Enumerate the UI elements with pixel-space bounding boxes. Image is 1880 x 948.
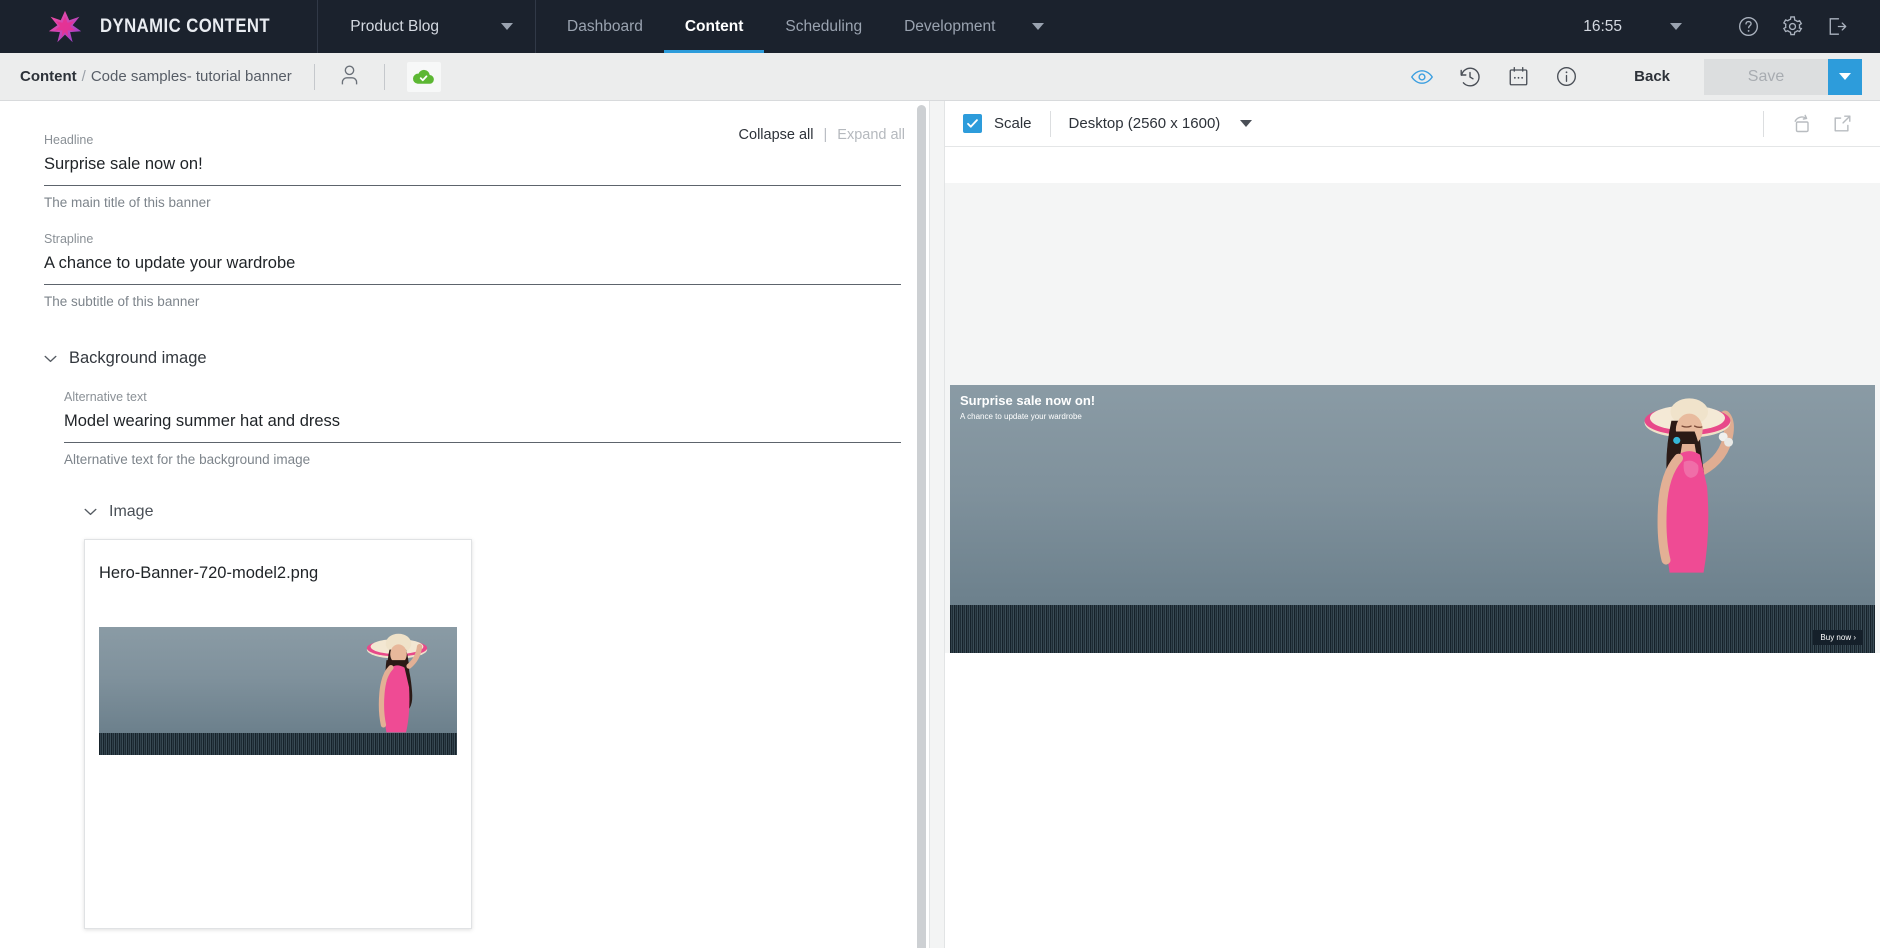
chevron-down-icon [501, 23, 514, 30]
save-options-button[interactable] [1828, 58, 1862, 95]
tab-scheduling[interactable]: Scheduling [764, 0, 883, 53]
banner-headline: Surprise sale now on! [960, 393, 1096, 408]
panel-splitter[interactable] [929, 101, 945, 948]
top-nav-right-group: 16:55 [1583, 5, 1880, 49]
chevron-down-icon [1032, 23, 1045, 30]
divider [1049, 110, 1051, 137]
tab-dashboard[interactable]: Dashboard [546, 0, 664, 53]
device-size-value: Desktop (2560 x 1600) [1068, 115, 1221, 132]
content-form-panel: Collapse all | Expand all Headline Surpr… [0, 101, 929, 948]
field-help-text: The subtitle of this banner [44, 294, 200, 309]
media-filename: Hero-Banner-720-model2.png [99, 564, 319, 582]
section-background-image: Background image Alternative text Model … [0, 349, 929, 929]
breadcrumb-action-bar: Content / Code samples- tutorial banner [0, 53, 1880, 101]
scale-label: Scale [994, 115, 1032, 132]
divider [383, 63, 385, 90]
project-name: Product Blog [350, 17, 440, 35]
tab-content[interactable]: Content [663, 0, 765, 53]
back-button[interactable]: Back [1634, 68, 1670, 85]
tab-label: Scheduling [785, 17, 863, 35]
media-card[interactable]: Hero-Banner-720-model2.png [84, 539, 472, 929]
tab-label: Dashboard [567, 17, 643, 35]
collapse-all-button[interactable]: Collapse all [739, 127, 814, 143]
banner-text-overlay: Surprise sale now on! A chance to update… [950, 385, 1105, 430]
gear-icon[interactable] [1770, 5, 1814, 49]
info-circle-icon[interactable] [1546, 57, 1586, 97]
preview-panel: Scale Desktop (2560 x 1600) Surprise sal… [945, 101, 1880, 948]
tab-development[interactable]: Development [883, 0, 1016, 53]
field-label: Strapline [44, 232, 94, 246]
calendar-icon[interactable] [1498, 57, 1538, 97]
section-header[interactable]: Background image [44, 349, 901, 368]
field-help-text: Alternative text for the background imag… [64, 452, 311, 467]
banner-artwork [99, 627, 457, 755]
field-label: Alternative text [64, 390, 147, 404]
device-size-select[interactable]: Desktop (2560 x 1600) [1069, 115, 1253, 132]
field-headline: Headline Surprise sale now on! The main … [0, 133, 929, 210]
media-thumbnail[interactable] [99, 627, 457, 755]
banner-preview[interactable]: Surprise sale now on! A chance to update… [950, 385, 1875, 653]
form-scrollbar-thumb[interactable] [917, 105, 926, 948]
breadcrumb-root[interactable]: Content [20, 68, 77, 85]
history-clock-icon[interactable] [1450, 57, 1490, 97]
preview-top-strip [945, 147, 1880, 183]
form-scrollbar[interactable] [916, 101, 927, 948]
subsection-header[interactable]: Image [84, 503, 901, 521]
preview-toolbar-right [1745, 104, 1862, 144]
model-illustration [1644, 398, 1734, 573]
clock-display: 16:55 [1583, 17, 1622, 35]
tabs-overflow-button[interactable] [1016, 0, 1060, 53]
user-avatar-icon[interactable] [337, 62, 362, 92]
top-navigation-bar: DYNAMIC CONTENT Product Blog Dashboard C… [0, 0, 1880, 53]
rotate-device-icon[interactable] [1782, 104, 1822, 144]
user-menu-chevron-down-icon[interactable] [1670, 23, 1682, 30]
divider [313, 63, 315, 90]
breadcrumb-separator: / [81, 68, 86, 85]
subsection-title: Image [109, 503, 154, 520]
divider [1763, 110, 1764, 137]
strapline-input[interactable]: A chance to update your wardrobe [44, 254, 901, 285]
chevron-down-icon [44, 350, 57, 368]
breadcrumb-current: Code samples- tutorial banner [90, 68, 292, 85]
star-burst-logo-icon [48, 10, 82, 44]
action-bar-right: Back Save [1398, 57, 1862, 97]
section-body: Alternative text Model wearing summer ha… [44, 390, 901, 929]
buy-now-button[interactable]: Buy now › [1813, 630, 1863, 645]
save-button[interactable]: Save [1704, 58, 1828, 95]
brand-title: DYNAMIC CONTENT [100, 15, 271, 37]
cloud-check-icon[interactable] [406, 61, 441, 92]
banner-strapline: A chance to update your wardrobe [960, 412, 1082, 422]
eye-icon[interactable] [1402, 57, 1442, 97]
subsection-image: Image Hero-Banner-720-model2.png [64, 503, 901, 929]
preview-bottom-strip [945, 653, 1880, 948]
scale-checkbox[interactable] [963, 114, 982, 133]
main-tabs: Dashboard Content Scheduling Development [546, 0, 1060, 53]
field-strapline: Strapline A chance to update your wardro… [0, 232, 929, 309]
tab-label: Content [684, 17, 744, 35]
chevron-down-icon [1240, 120, 1253, 127]
help-circle-icon[interactable] [1726, 5, 1770, 49]
headline-input[interactable]: Surprise sale now on! [44, 155, 901, 186]
brand-area[interactable]: DYNAMIC CONTENT [0, 0, 319, 53]
preview-stage: Surprise sale now on! A chance to update… [945, 147, 1880, 948]
tab-label: Development [904, 17, 996, 35]
alternative-text-input[interactable]: Model wearing summer hat and dress [64, 412, 901, 443]
model-illustration [366, 633, 428, 733]
banner-artwork: Surprise sale now on! A chance to update… [950, 385, 1875, 653]
open-in-new-icon[interactable] [1822, 104, 1862, 144]
form-scroll-area: Collapse all | Expand all Headline Surpr… [0, 101, 929, 948]
project-selector[interactable]: Product Blog [318, 0, 537, 53]
expand-all-button[interactable]: Expand all [837, 127, 905, 143]
logout-icon[interactable] [1814, 5, 1858, 49]
section-title: Background image [69, 349, 207, 367]
preview-toolbar: Scale Desktop (2560 x 1600) [945, 101, 1880, 147]
workspace: Collapse all | Expand all Headline Surpr… [0, 101, 1880, 948]
field-help-text: The main title of this banner [44, 195, 211, 210]
divider: | [823, 127, 828, 143]
chevron-down-icon [84, 503, 97, 521]
chevron-down-icon [1839, 73, 1851, 80]
